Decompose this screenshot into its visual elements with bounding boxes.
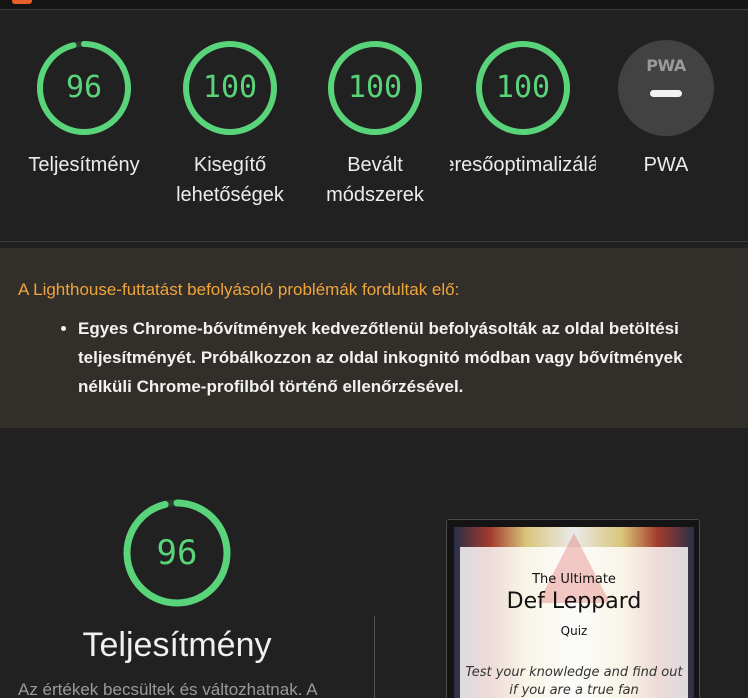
gauge-pwa[interactable]: PWA PWA [596, 40, 736, 180]
gauge-label: Keresőoptimalizálás [450, 154, 596, 176]
warning-item: Egyes Chrome-bővítmények kedvezőtlenül b… [78, 314, 730, 401]
divider [374, 616, 375, 698]
performance-gauge[interactable]: 96 [122, 498, 232, 608]
dash-icon [650, 90, 682, 97]
gauge-score: 100 [202, 70, 258, 105]
gauge-label: Teljesítmény [28, 154, 140, 176]
gauge-score: 100 [495, 70, 551, 105]
category-gauges: 96 Teljesítmény 100 Kisegítő lehetőségek… [0, 10, 748, 242]
gauge-label: Bevált [347, 154, 403, 176]
quiz-subtitle: Quiz [560, 624, 588, 638]
gauge-ring: 96 [36, 40, 132, 136]
quiz-kicker: The Ultimate [532, 572, 616, 587]
performance-score: 96 [156, 533, 198, 573]
gauge-label-line2: módszerek [326, 184, 424, 206]
performance-title: Teljesítmény [82, 626, 272, 664]
gauge-seo[interactable]: 100 Keresőoptimalizálás [450, 40, 596, 180]
pwa-badge: PWA [618, 40, 714, 136]
pwa-logo-icon: PWA [646, 56, 686, 75]
gauge-accessibility[interactable]: 100 Kisegítő lehetőségek [160, 40, 300, 210]
gauge-score: 100 [347, 70, 403, 105]
lighthouse-logo-icon [12, 0, 32, 4]
final-screenshot-thumbnail[interactable]: The Ultimate Def Leppard Quiz Test your … [446, 519, 700, 698]
gauge-label: PWA [643, 154, 689, 176]
browser-top-bar [0, 0, 748, 10]
gauge-performance[interactable]: 96 Teljesítmény [14, 40, 154, 180]
gauge-ring: 100 [182, 40, 278, 136]
quiz-tagline: Test your knowledge and find out if you … [465, 665, 683, 698]
runtime-warning: A Lighthouse-futtatást befolyásoló probl… [0, 248, 748, 428]
screenshot-image: The Ultimate Def Leppard Quiz Test your … [454, 527, 694, 698]
gauge-label: Kisegítő [193, 154, 267, 176]
quiz-title: Def Leppard [506, 589, 642, 614]
warning-title: A Lighthouse-futtatást befolyásoló probl… [18, 280, 460, 299]
performance-section: 96 Teljesítmény Az értékek becsültek és … [0, 428, 748, 698]
gauge-label-line2: lehetőségek [176, 184, 284, 206]
gauge-score: 96 [65, 70, 103, 105]
gauge-best-practices[interactable]: 100 Bevált módszerek [305, 40, 445, 210]
gauge-ring: 100 [475, 40, 571, 136]
gauge-ring: 100 [327, 40, 423, 136]
warning-list: Egyes Chrome-bővítmények kedvezőtlenül b… [18, 314, 730, 401]
performance-note: Az értékek becsültek és változhatnak. A [18, 680, 318, 698]
